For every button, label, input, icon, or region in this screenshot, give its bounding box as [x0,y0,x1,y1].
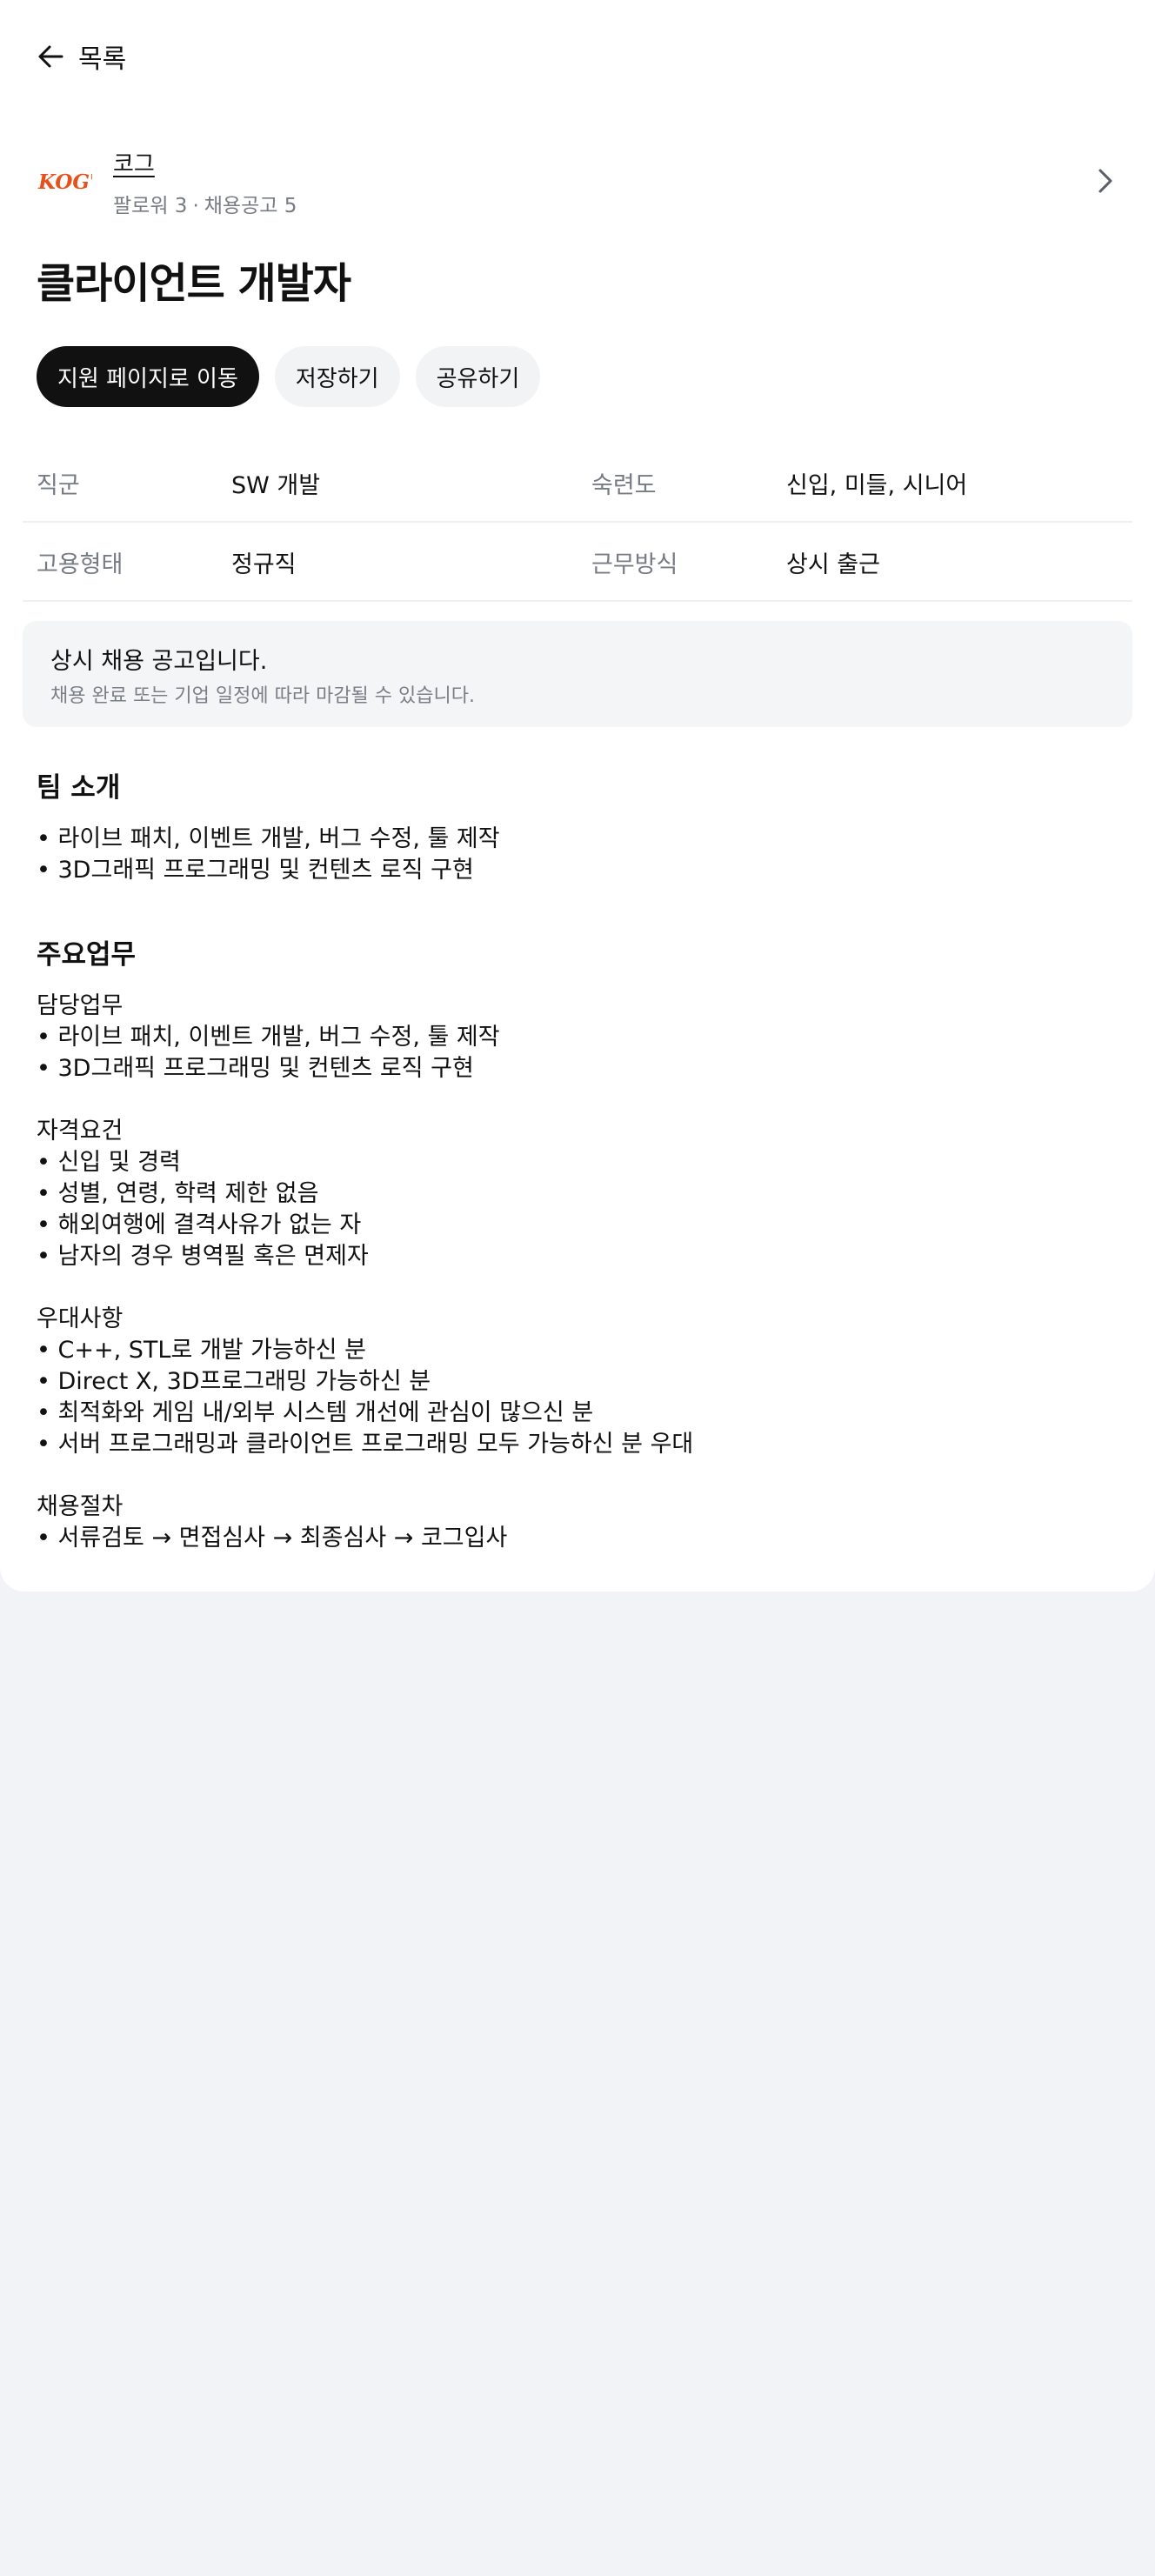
posting-count: 채용공고 5 [204,194,297,217]
recruit-notice: 상시 채용 공고입니다. 채용 완료 또는 기업 일정에 따라 마감될 수 있습… [23,621,1132,727]
process-subheading: 채용절차 [37,1493,124,1520]
follower-count: 팔로워 3 [113,194,188,217]
preferred-line: • C++, STL로 개발 가능하신 분 [37,1337,366,1364]
action-buttons: 지원 페이지로 이동 저장하기 공유하기 [37,346,541,407]
team-intro-line: • 라이브 패치, 이벤트 개발, 버그 수정, 툴 제작 [37,825,500,852]
job-detail-card: 목록 KOG' 코그 팔로워 3 · 채용공고 5 클라이언트 개발자 지원 페이지… [0,0,1155,1592]
duties-line: • 라이브 패치, 이벤트 개발, 버그 수정, 툴 제작 [37,1024,500,1051]
process-line: • 서류검토 → 면접심사 → 최종심사 → 코그입사 [37,1525,508,1552]
qualifications-line: • 해외여행에 결격사유가 없는 자 [37,1211,362,1238]
company-meta: 팔로워 3 · 채용공고 5 [113,189,297,218]
work-style-value: 상시 출근 [786,551,880,578]
logo-text: KOG' [37,170,92,194]
job-category-value: SW 개발 [231,472,321,499]
duties-subheading: 담당업무 [37,992,124,1019]
preferred-line: • 서버 프로그래밍과 클라이언트 프로그래밍 모두 가능하신 분 우대 [37,1431,694,1458]
employment-type-label: 고용형태 [37,551,124,578]
notice-title: 상시 채용 공고입니다. [50,648,268,675]
preferred-line: • Direct X, 3D프로그래밍 가능하신 분 [37,1368,431,1395]
company-name[interactable]: 코그 [113,146,297,178]
back-to-list-button[interactable]: 목록 [37,35,126,78]
back-label: 목록 [78,44,127,75]
work-style-label: 근무방식 [591,551,678,578]
save-button[interactable]: 저장하기 [274,346,400,407]
info-row: 직군 SW 개발 숙련도 신입, 미들, 시니어 [23,444,1132,523]
preferred-line: • 최적화와 게임 내/외부 시스템 개선에 관심이 많으신 분 [37,1399,594,1426]
meta-separator: · [192,194,199,217]
job-title: 클라이언트 개발자 [37,259,351,308]
experience-value: 신입, 미들, 시니어 [786,472,968,499]
qualifications-line: • 신입 및 경력 [37,1149,181,1176]
qualifications-subheading: 자격요건 [37,1118,124,1145]
info-row: 고용형태 정규직 근무방식 상시 출근 [23,523,1132,602]
main-duties-title: 주요업무 [37,939,137,971]
notice-description: 채용 완료 또는 기업 일정에 따라 마감될 수 있습니다. [50,685,475,707]
chevron-right-icon [1098,169,1112,193]
job-category-label: 직군 [37,472,80,499]
share-button[interactable]: 공유하기 [415,346,541,407]
preferred-subheading: 우대사항 [37,1305,124,1332]
job-info-table: 직군 SW 개발 숙련도 신입, 미들, 시니어 고용형태 정규직 근무방식 상… [23,444,1132,602]
qualifications-line: • 성별, 연령, 학력 제한 없음 [37,1180,319,1207]
arrow-left-icon [38,45,63,68]
company-logo: KOG' [37,154,92,210]
team-intro-line: • 3D그래픽 프로그래밍 및 컨텐츠 로직 구현 [37,857,474,884]
company-link[interactable]: KOG' 코그 팔로워 3 · 채용공고 5 [37,146,1118,217]
qualifications-line: • 남자의 경우 병역필 혹은 면제자 [37,1243,369,1270]
experience-label: 숙련도 [591,472,657,499]
duties-line: • 3D그래픽 프로그래밍 및 컨텐츠 로직 구현 [37,1055,474,1082]
apply-button[interactable]: 지원 페이지로 이동 [37,346,259,407]
team-intro-title: 팀 소개 [37,772,121,804]
employment-type-value: 정규직 [231,551,297,578]
